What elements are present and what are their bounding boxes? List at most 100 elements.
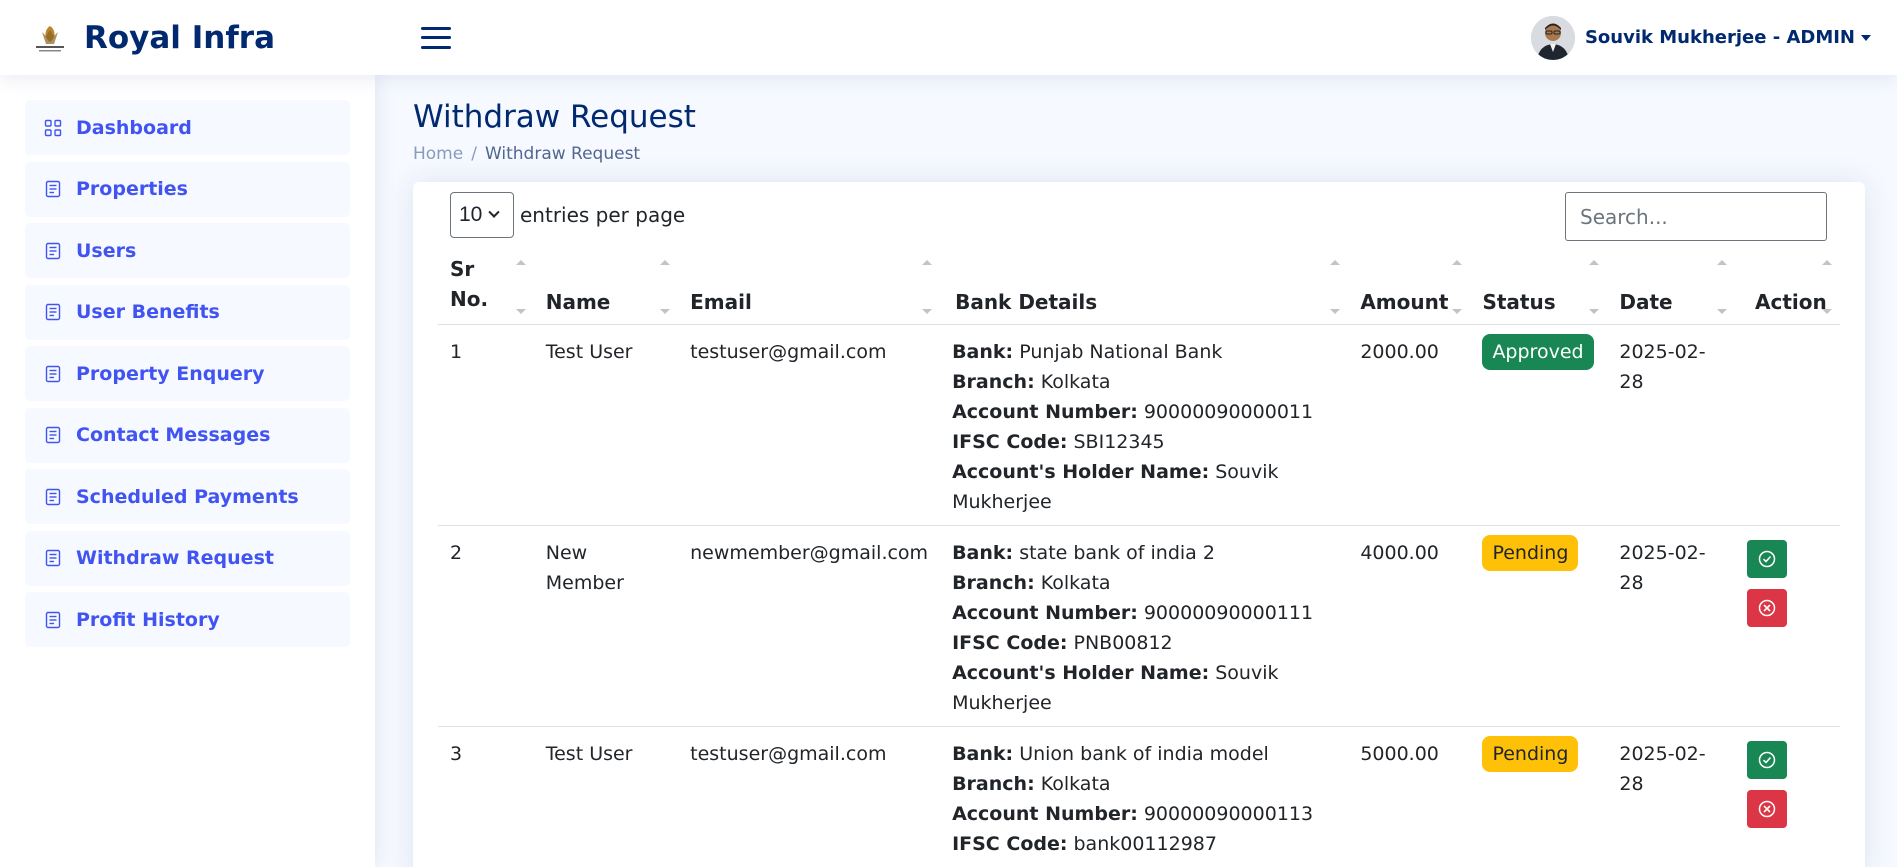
- search-input[interactable]: [1565, 192, 1827, 241]
- entries-per-page-value: 10: [459, 203, 483, 226]
- table-row: 2 New Member newmember@gmail.com Bank: s…: [438, 525, 1840, 727]
- brand[interactable]: Royal Infra: [28, 20, 393, 56]
- document-icon: [44, 549, 62, 567]
- check-circle-icon: [1758, 550, 1776, 568]
- sidebar-item-withdraw-request[interactable]: Withdraw Request: [25, 530, 350, 586]
- document-icon: [44, 611, 62, 629]
- cell-action: [1735, 726, 1840, 867]
- document-icon: [44, 242, 62, 260]
- chevron-down-icon: [488, 206, 501, 218]
- table-row: 1 Test User testuser@gmail.com Bank: Pun…: [438, 324, 1840, 526]
- cell-bank-details: Bank: Punjab National Bank Branch: Kolka…: [940, 324, 1349, 526]
- sidebar: Dashboard Properties Users User Benefits…: [0, 75, 375, 867]
- sidebar-item-property-enquery[interactable]: Property Enquery: [25, 346, 350, 401]
- cell-sr: 1: [438, 324, 534, 526]
- sidebar-item-label: Scheduled Payments: [76, 485, 299, 508]
- cell-date: 2025-02-28: [1607, 324, 1736, 526]
- x-circle-icon: [1758, 800, 1776, 818]
- approve-button[interactable]: [1747, 540, 1788, 578]
- column-header-sr-no[interactable]: Sr No.: [438, 254, 534, 325]
- sort-icon: [922, 254, 933, 324]
- sidebar-toggle-icon[interactable]: [421, 25, 451, 51]
- top-header: Royal Infra Souvik Mukherjee - ADMIN: [0, 0, 1897, 75]
- x-circle-icon: [1758, 599, 1776, 617]
- cell-sr: 2: [438, 525, 534, 727]
- cell-bank-details: Bank: Union bank of india model Branch: …: [940, 726, 1349, 867]
- cell-name: Test User: [533, 324, 679, 526]
- status-badge: Pending: [1482, 535, 1579, 571]
- sort-icon: [1452, 254, 1463, 324]
- column-header-amount[interactable]: Amount: [1348, 254, 1471, 325]
- brand-logo-icon: [28, 20, 72, 56]
- cell-name: Test User: [533, 726, 679, 867]
- sidebar-item-label: Withdraw Request: [76, 547, 274, 569]
- sidebar-item-label: Users: [76, 239, 137, 262]
- sidebar-item-label: Dashboard: [76, 116, 192, 139]
- cell-amount: 5000.00: [1348, 726, 1471, 867]
- sort-icon: [660, 254, 671, 324]
- entries-control: 10 entries per page: [450, 192, 685, 238]
- sidebar-item-properties[interactable]: Properties: [25, 161, 350, 217]
- sidebar-item-label: Contact Messages: [76, 424, 271, 446]
- cell-status: Pending: [1470, 726, 1608, 867]
- table-row: 3 Test User testuser@gmail.com Bank: Uni…: [438, 726, 1840, 867]
- breadcrumb: Home / Withdraw Request: [413, 144, 1865, 164]
- sidebar-item-scheduled-payments[interactable]: Scheduled Payments: [25, 469, 350, 524]
- sidebar-item-dashboard[interactable]: Dashboard: [25, 100, 350, 155]
- column-header-status[interactable]: Status: [1470, 254, 1608, 325]
- sidebar-item-user-benefits[interactable]: User Benefits: [25, 284, 350, 340]
- sidebar-item-label: Profit History: [76, 608, 220, 631]
- grid-icon: [44, 119, 62, 137]
- withdraw-table: Sr No. Name Email Bank Details Amount St…: [438, 254, 1840, 867]
- cell-amount: 2000.00: [1348, 324, 1471, 526]
- column-header-email[interactable]: Email: [678, 254, 941, 325]
- main-content: Withdraw Request Home / Withdraw Request…: [413, 75, 1865, 867]
- column-header-bank-details[interactable]: Bank Details: [940, 254, 1349, 325]
- withdraw-table-card: 10 entries per page Sr No. Name: [413, 182, 1865, 867]
- sort-icon: [1330, 254, 1341, 324]
- sidebar-item-label: User Benefits: [76, 301, 220, 323]
- profile-menu[interactable]: Souvik Mukherjee - ADMIN: [1530, 15, 1871, 60]
- cell-status: Approved: [1470, 324, 1608, 526]
- sort-icon: [1822, 254, 1832, 324]
- brand-name: Royal Infra: [84, 19, 276, 56]
- column-header-name[interactable]: Name: [533, 254, 679, 325]
- cell-action: [1735, 324, 1840, 526]
- page-title: Withdraw Request: [413, 99, 696, 135]
- cell-action: [1735, 525, 1840, 727]
- sort-icon: [1589, 254, 1600, 324]
- sidebar-item-contact-messages[interactable]: Contact Messages: [25, 407, 350, 463]
- column-header-action[interactable]: Action: [1735, 254, 1840, 325]
- cell-email: testuser@gmail.com: [678, 726, 941, 867]
- breadcrumb-current: Withdraw Request: [484, 144, 641, 164]
- sort-icon: [515, 254, 526, 324]
- document-icon: [44, 426, 62, 444]
- column-header-date[interactable]: Date: [1607, 254, 1736, 325]
- reject-button[interactable]: [1747, 589, 1788, 627]
- document-icon: [44, 180, 62, 198]
- breadcrumb-home-link[interactable]: Home: [413, 144, 463, 164]
- cell-amount: 4000.00: [1348, 525, 1471, 727]
- cell-name: New Member: [533, 525, 679, 727]
- document-icon: [44, 303, 62, 321]
- cell-email: testuser@gmail.com: [678, 324, 941, 526]
- avatar: [1530, 15, 1575, 60]
- document-icon: [44, 488, 62, 506]
- cell-status: Pending: [1470, 525, 1608, 727]
- sidebar-item-profit-history[interactable]: Profit History: [25, 592, 350, 647]
- status-badge: Approved: [1482, 334, 1594, 370]
- approve-button[interactable]: [1747, 741, 1788, 779]
- sidebar-item-label: Properties: [76, 178, 188, 200]
- entries-per-page-select[interactable]: 10: [450, 192, 514, 238]
- status-badge: Pending: [1482, 736, 1579, 772]
- sidebar-item-label: Property Enquery: [76, 362, 265, 385]
- reject-button[interactable]: [1747, 790, 1788, 828]
- sidebar-item-users[interactable]: Users: [25, 223, 350, 278]
- document-icon: [44, 365, 62, 383]
- breadcrumb-separator: /: [471, 144, 477, 164]
- entries-per-page-label: entries per page: [520, 203, 686, 227]
- table-header-row: Sr No. Name Email Bank Details Amount St…: [438, 254, 1840, 325]
- cell-date: 2025-02-28: [1607, 525, 1736, 727]
- cell-sr: 3: [438, 726, 534, 867]
- profile-name: Souvik Mukherjee - ADMIN: [1584, 27, 1855, 48]
